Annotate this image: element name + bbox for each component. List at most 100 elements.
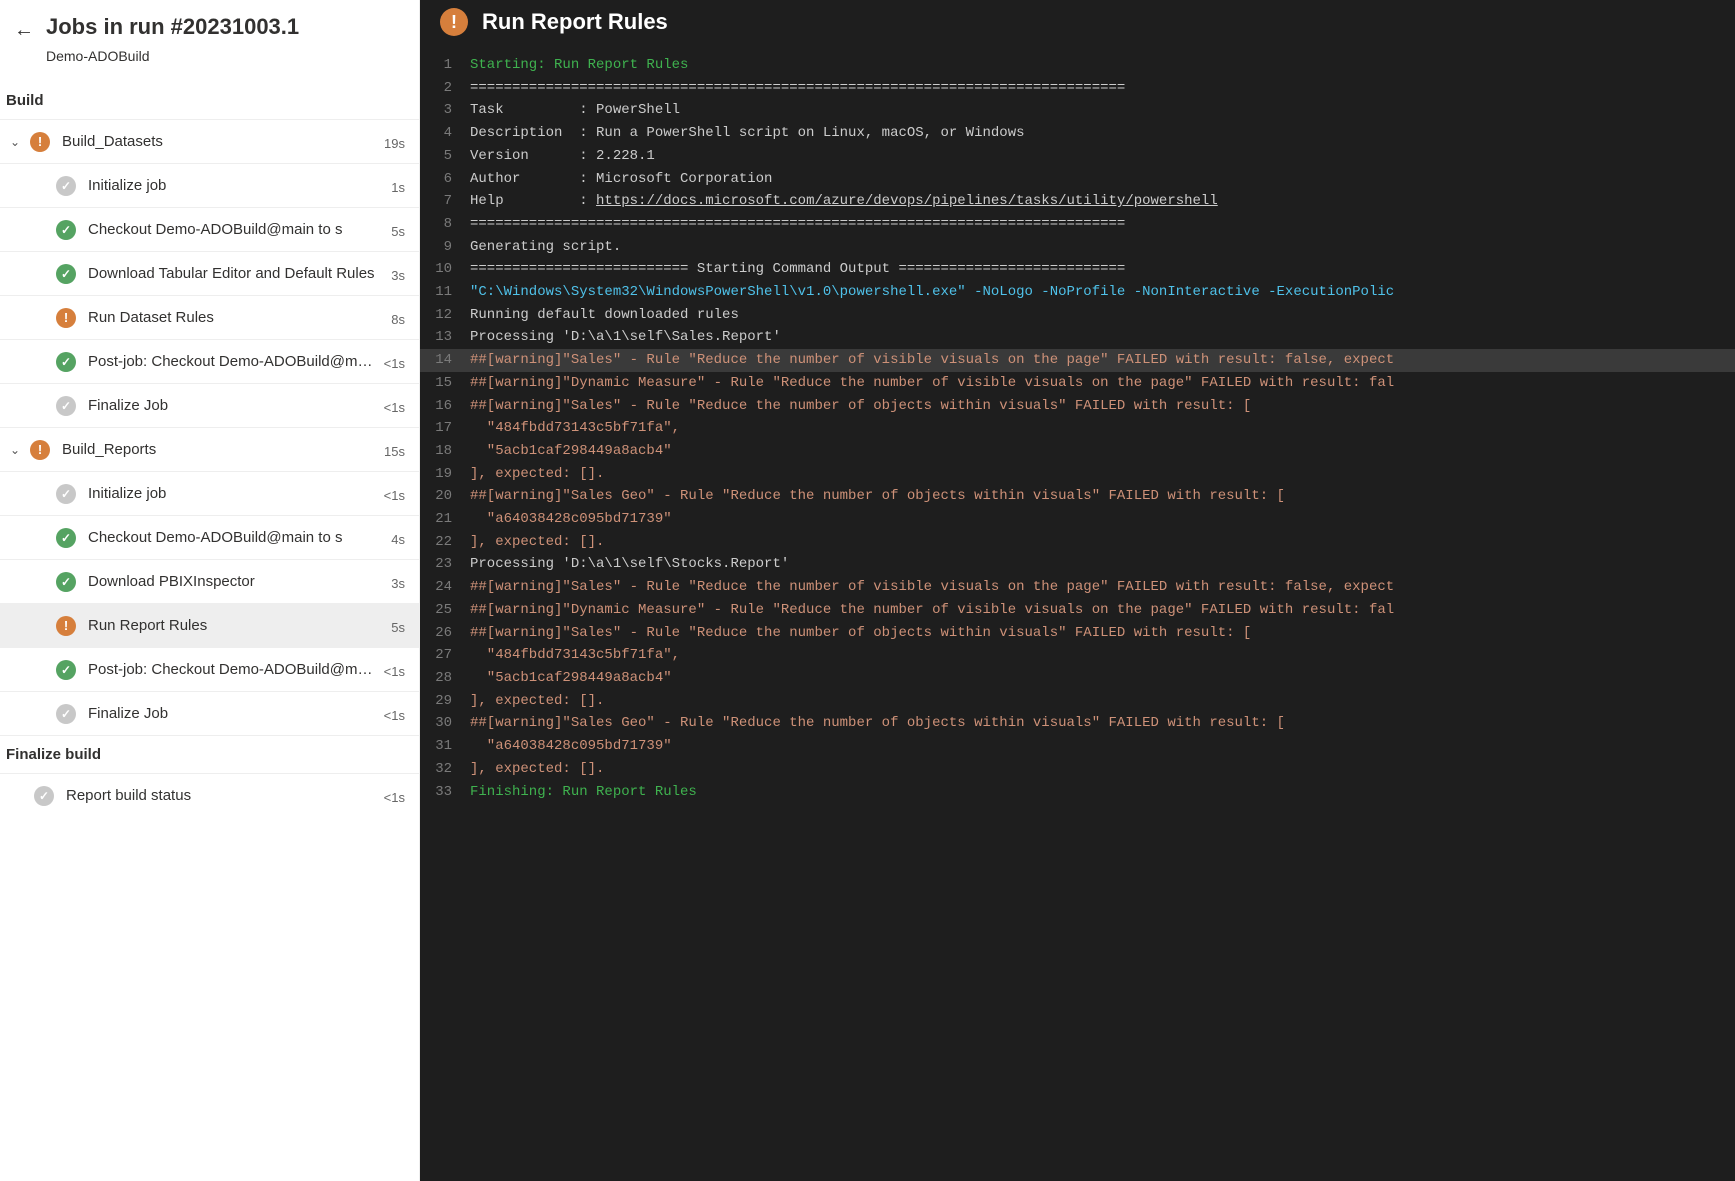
line-text: ], expected: []. (470, 463, 1725, 486)
log-line: 20##[warning]"Sales Geo" - Rule "Reduce … (420, 485, 1735, 508)
line-number: 2 (420, 77, 470, 100)
log-line: 11"C:\Windows\System32\WindowsPowerShell… (420, 281, 1735, 304)
log-line: 7Help : https://docs.microsoft.com/azure… (420, 190, 1735, 213)
line-text: ], expected: []. (470, 531, 1725, 554)
log-header: ! Run Report Rules (420, 0, 1735, 44)
skipped-icon (56, 484, 76, 504)
log-output[interactable]: 1Starting: Run Report Rules2============… (420, 44, 1735, 1181)
step-duration: 5s (391, 620, 405, 637)
step-row[interactable]: Checkout Demo-ADOBuild@main to s5s (0, 207, 419, 251)
job-duration: 19s (384, 136, 405, 153)
step-row[interactable]: Finalize Job<1s (0, 691, 419, 735)
stage-label: Build (0, 82, 419, 119)
step-duration: <1s (384, 400, 405, 417)
log-line: 8=======================================… (420, 213, 1735, 236)
line-text: ##[warning]"Sales" - Rule "Reduce the nu… (470, 395, 1725, 418)
step-label: Download PBIXInspector (88, 573, 391, 590)
line-number: 27 (420, 644, 470, 667)
step-label: Finalize Job (88, 397, 384, 414)
line-number: 23 (420, 553, 470, 576)
step-row[interactable]: Report build status<1s (0, 773, 419, 817)
step-row[interactable]: Post-job: Checkout Demo-ADOBuild@main to… (0, 339, 419, 383)
sidebar-header: ← Jobs in run #20231003.1 Demo-ADOBuild (0, 0, 419, 82)
step-label: Report build status (66, 787, 384, 804)
warning-icon: ! (440, 8, 468, 36)
line-number: 30 (420, 712, 470, 735)
line-text: ##[warning]"Dynamic Measure" - Rule "Red… (470, 372, 1725, 395)
log-line: 5Version : 2.228.1 (420, 145, 1735, 168)
log-line: 31 "a64038428c095bd71739" (420, 735, 1735, 758)
step-duration: 8s (391, 312, 405, 329)
line-text: Task : PowerShell (470, 99, 1725, 122)
chevron-down-icon[interactable]: ⌄ (6, 135, 24, 149)
line-number: 11 (420, 281, 470, 304)
line-number: 16 (420, 395, 470, 418)
log-line: 25##[warning]"Dynamic Measure" - Rule "R… (420, 599, 1735, 622)
step-label: Checkout Demo-ADOBuild@main to s (88, 221, 391, 238)
line-number: 32 (420, 758, 470, 781)
log-line: 29], expected: []. (420, 690, 1735, 713)
log-line: 33Finishing: Run Report Rules (420, 781, 1735, 804)
warning-icon (56, 308, 76, 328)
line-number: 9 (420, 236, 470, 259)
line-text: ========================================… (470, 213, 1725, 236)
line-text: ##[warning]"Sales" - Rule "Reduce the nu… (470, 576, 1725, 599)
line-text: ========================================… (470, 77, 1725, 100)
log-line: 26##[warning]"Sales" - Rule "Reduce the … (420, 622, 1735, 645)
step-row[interactable]: Run Dataset Rules8s (0, 295, 419, 339)
log-line: 32], expected: []. (420, 758, 1735, 781)
job-label: Build_Reports (62, 441, 384, 458)
line-text: "484fbdd73143c5bf71fa", (470, 417, 1725, 440)
job-row[interactable]: ⌄ Build_Reports15s (0, 427, 419, 471)
step-row[interactable]: Initialize job<1s (0, 471, 419, 515)
step-row[interactable]: Run Report Rules5s (0, 603, 419, 647)
job-row[interactable]: ⌄ Build_Datasets19s (0, 119, 419, 163)
line-text: Processing 'D:\a\1\self\Sales.Report' (470, 326, 1725, 349)
step-duration: 3s (391, 268, 405, 285)
line-number: 25 (420, 599, 470, 622)
line-number: 28 (420, 667, 470, 690)
step-duration: <1s (384, 488, 405, 505)
line-text: Finishing: Run Report Rules (470, 781, 1725, 804)
chevron-down-icon[interactable]: ⌄ (6, 443, 24, 457)
step-label: Download Tabular Editor and Default Rule… (88, 265, 391, 282)
line-text: "C:\Windows\System32\WindowsPowerShell\v… (470, 281, 1725, 304)
line-text: "5acb1caf298449a8acb4" (470, 667, 1725, 690)
success-icon (56, 528, 76, 548)
log-line: 24##[warning]"Sales" - Rule "Reduce the … (420, 576, 1735, 599)
skipped-icon (56, 176, 76, 196)
log-line: 19], expected: []. (420, 463, 1735, 486)
step-row[interactable]: Initialize job1s (0, 163, 419, 207)
back-arrow-icon[interactable]: ← (14, 14, 34, 44)
step-label: Run Dataset Rules (88, 309, 391, 326)
step-row[interactable]: Post-job: Checkout Demo-ADOBuild@main to… (0, 647, 419, 691)
step-row[interactable]: Download PBIXInspector3s (0, 559, 419, 603)
line-text: "484fbdd73143c5bf71fa", (470, 644, 1725, 667)
line-number: 33 (420, 781, 470, 804)
line-number: 1 (420, 54, 470, 77)
step-row[interactable]: Checkout Demo-ADOBuild@main to s4s (0, 515, 419, 559)
line-number: 20 (420, 485, 470, 508)
log-line: 23Processing 'D:\a\1\self\Stocks.Report' (420, 553, 1735, 576)
log-line: 22], expected: []. (420, 531, 1735, 554)
line-text: ##[warning]"Sales" - Rule "Reduce the nu… (470, 622, 1725, 645)
warning-icon (56, 616, 76, 636)
line-number: 31 (420, 735, 470, 758)
job-label: Build_Datasets (62, 133, 384, 150)
pipeline-name[interactable]: Demo-ADOBuild (46, 48, 405, 64)
job-duration: 15s (384, 444, 405, 461)
line-number: 3 (420, 99, 470, 122)
success-icon (56, 264, 76, 284)
log-line: 21 "a64038428c095bd71739" (420, 508, 1735, 531)
success-icon (56, 660, 76, 680)
line-number: 4 (420, 122, 470, 145)
log-line: 13Processing 'D:\a\1\self\Sales.Report' (420, 326, 1735, 349)
step-row[interactable]: Download Tabular Editor and Default Rule… (0, 251, 419, 295)
line-number: 5 (420, 145, 470, 168)
line-number: 18 (420, 440, 470, 463)
step-row[interactable]: Finalize Job<1s (0, 383, 419, 427)
step-duration: 5s (391, 224, 405, 241)
help-link[interactable]: https://docs.microsoft.com/azure/devops/… (596, 193, 1218, 209)
log-title: Run Report Rules (482, 9, 668, 35)
success-icon (56, 572, 76, 592)
